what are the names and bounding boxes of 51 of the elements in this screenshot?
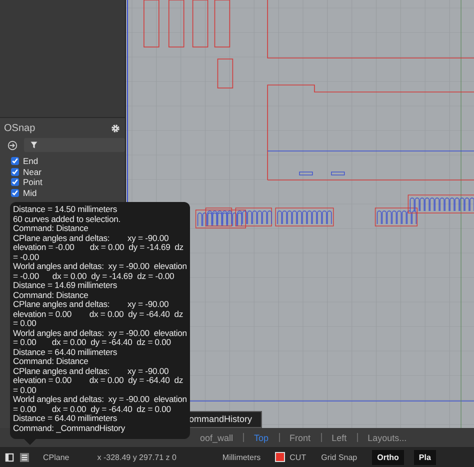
option-label: End [23, 156, 38, 166]
history-line: Distance = 64.40 millimeters [13, 348, 118, 357]
history-line: World angles and deltas: xy = -90.00 elevation [13, 262, 188, 272]
cplane-label[interactable]: CPlane [43, 452, 70, 462]
history-line: Command: Distance [13, 224, 90, 234]
option-label: Near [23, 166, 42, 177]
history-line: = 0.00 dx = 0.00 dy = -64.40 dz = 0.00 [13, 338, 172, 348]
history-line: Distance = 64.40 millimeters [13, 414, 118, 424]
history-line: Command: Distance [13, 290, 90, 300]
history-line: CPlane angles and deltas: xy = -90.00 [13, 300, 170, 310]
history-line: Command: _CommandHistory [13, 424, 126, 433]
history-line: Distance = 14.69 millimeters [13, 281, 118, 290]
history-line: Distance = 14.50 millimeters [13, 205, 118, 214]
panel-title: OSnap [4, 122, 36, 134]
checkbox[interactable] [11, 157, 19, 166]
mode-toggle[interactable]: Ortho [372, 450, 404, 464]
snap-icon[interactable] [7, 140, 18, 150]
units-label[interactable]: Millimeters [222, 452, 261, 462]
mode-toggle[interactable]: Pla [414, 450, 436, 464]
history-line: 60 curves added to selection. [13, 214, 122, 224]
history-line: = -0.00 dx = 0.00 dy = -14.69 dz = -0.00 [13, 272, 176, 281]
filter-icon [30, 141, 38, 149]
panel-icon[interactable] [5, 452, 14, 462]
viewport-tab[interactable]: Layouts... [358, 432, 417, 442]
filter-field[interactable] [24, 138, 125, 152]
history-line: World angles and deltas: xy = -90.00 elevation [13, 328, 188, 338]
checkbox[interactable] [11, 168, 19, 176]
viewport-tab[interactable]: Front [280, 432, 321, 442]
history-line: CPlane angles and deltas: xy = -90.00 [13, 234, 170, 243]
viewport-tab[interactable]: oof_wall [190, 432, 244, 442]
viewport-tab[interactable]: Left [322, 432, 357, 442]
option-label: Mid [23, 188, 37, 198]
history-line: Command: Distance [13, 357, 90, 366]
history-line: CPlane angles and deltas: xy = -90.00 [13, 366, 170, 376]
history-line: = -0.00 [13, 252, 40, 262]
checkbox[interactable] [11, 188, 19, 197]
history-line: elevation = -0.00 dx = 0.00 dy = -14.69 dz [13, 243, 184, 252]
mode-toggle[interactable]: Grid Snap [316, 450, 362, 464]
option-label: Point [23, 177, 42, 188]
layer-name[interactable]: CUT [290, 452, 306, 462]
history-line: = 0.00 [13, 319, 38, 328]
list-icon[interactable] [20, 452, 29, 462]
layer-swatch[interactable] [274, 452, 285, 462]
coordinates: x -328.49 y 297.71 z 0 [97, 452, 176, 462]
history-line: = 0.00 dx = 0.00 dy = -64.40 dz = 0.00 [13, 404, 172, 414]
history-line: World angles and deltas: xy = -90.00 elevation [13, 395, 188, 404]
history-line: elevation = 0.00 dx = 0.00 dy = -64.40 dz [13, 310, 184, 319]
history-line: = 0.00 [13, 386, 38, 395]
settings-icon[interactable] [111, 124, 120, 132]
history-line: elevation = 0.00 dx = 0.00 dy = -64.40 dz [13, 376, 184, 386]
checkbox[interactable] [11, 178, 19, 186]
